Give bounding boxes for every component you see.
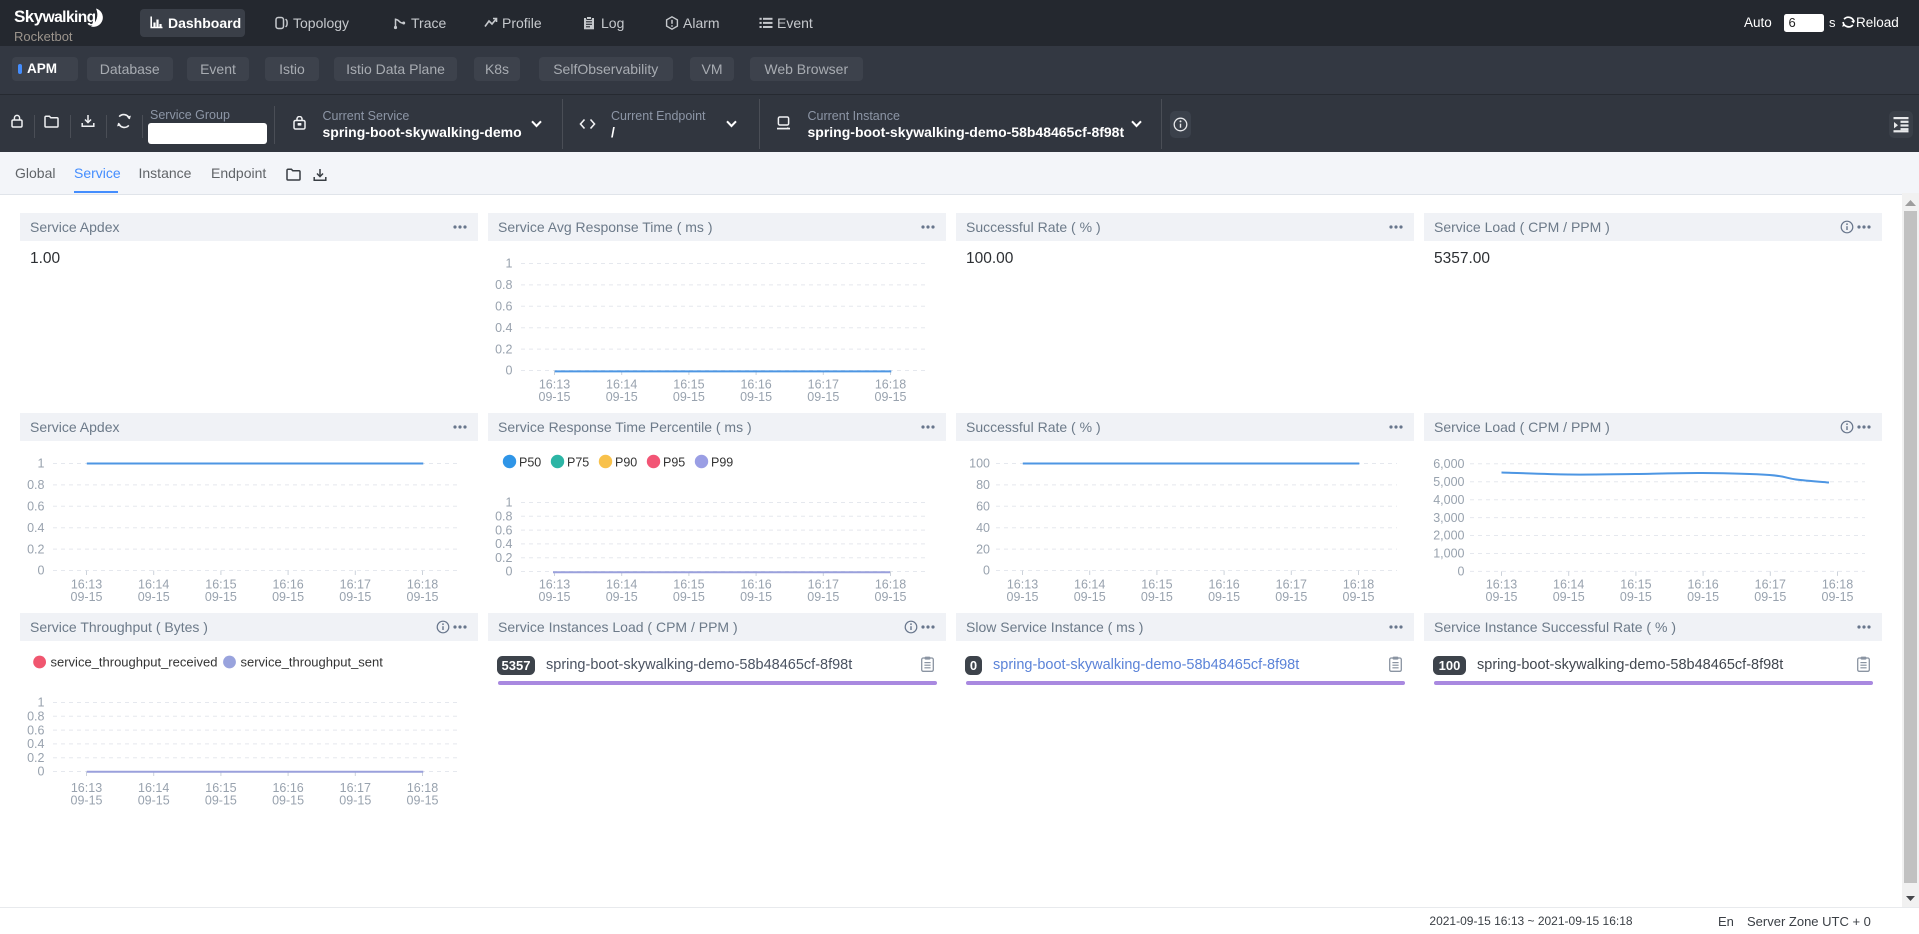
svg-text:09-15: 09-15 [1208,590,1240,604]
svg-text:0: 0 [506,565,513,579]
svg-text:09-15: 09-15 [807,590,839,604]
svg-text:0: 0 [38,765,45,779]
svg-text:60: 60 [976,500,990,514]
svg-text:0.4: 0.4 [495,537,512,551]
svg-text:09-15: 09-15 [205,590,237,604]
svg-text:0.6: 0.6 [27,500,44,514]
svg-text:0.2: 0.2 [27,751,44,765]
svg-text:0.4: 0.4 [27,737,44,751]
svg-text:09-15: 09-15 [1620,590,1652,604]
svg-text:09-15: 09-15 [740,390,772,404]
svg-text:09-15: 09-15 [1754,590,1786,604]
svg-text:09-15: 09-15 [71,794,103,808]
svg-text:0.6: 0.6 [495,300,512,314]
svg-text:6,000: 6,000 [1433,457,1464,471]
svg-text:09-15: 09-15 [606,390,638,404]
svg-text:09-15: 09-15 [539,390,571,404]
svg-text:0: 0 [38,564,45,578]
svg-text:3,000: 3,000 [1433,511,1464,525]
svg-text:20: 20 [976,542,990,556]
svg-text:0.8: 0.8 [495,278,512,292]
svg-text:09-15: 09-15 [740,590,772,604]
svg-text:1: 1 [38,696,45,710]
svg-text:09-15: 09-15 [407,794,439,808]
svg-text:09-15: 09-15 [138,590,170,604]
svg-text:0: 0 [983,564,990,578]
svg-text:09-15: 09-15 [272,794,304,808]
svg-text:0.6: 0.6 [495,523,512,537]
svg-text:0.2: 0.2 [495,551,512,565]
svg-text:0: 0 [506,364,513,378]
svg-text:09-15: 09-15 [673,390,705,404]
svg-text:09-15: 09-15 [339,794,371,808]
svg-text:09-15: 09-15 [205,794,237,808]
svg-text:09-15: 09-15 [875,590,907,604]
svg-text:100: 100 [969,457,990,471]
svg-text:4,000: 4,000 [1433,493,1464,507]
svg-text:09-15: 09-15 [606,590,638,604]
svg-text:1: 1 [506,496,513,510]
svg-text:0.8: 0.8 [495,510,512,524]
svg-text:09-15: 09-15 [71,590,103,604]
svg-text:2,000: 2,000 [1433,529,1464,543]
svg-text:09-15: 09-15 [1275,590,1307,604]
svg-text:09-15: 09-15 [339,590,371,604]
svg-text:09-15: 09-15 [1074,590,1106,604]
svg-text:40: 40 [976,521,990,535]
svg-text:09-15: 09-15 [1687,590,1719,604]
svg-text:80: 80 [976,478,990,492]
svg-text:09-15: 09-15 [1343,590,1375,604]
svg-text:0.2: 0.2 [27,542,44,556]
svg-text:09-15: 09-15 [1553,590,1585,604]
svg-text:09-15: 09-15 [1007,590,1039,604]
svg-text:5,000: 5,000 [1433,475,1464,489]
svg-text:0.4: 0.4 [495,321,512,335]
svg-text:09-15: 09-15 [1141,590,1173,604]
svg-text:1: 1 [506,257,513,271]
svg-text:09-15: 09-15 [1822,590,1854,604]
svg-text:09-15: 09-15 [807,390,839,404]
svg-text:0.4: 0.4 [27,521,44,535]
svg-text:0.6: 0.6 [27,723,44,737]
svg-text:09-15: 09-15 [407,590,439,604]
svg-text:0: 0 [1458,565,1465,579]
svg-text:09-15: 09-15 [539,590,571,604]
svg-text:09-15: 09-15 [138,794,170,808]
svg-text:09-15: 09-15 [1486,590,1518,604]
svg-text:09-15: 09-15 [875,390,907,404]
svg-text:0.8: 0.8 [27,478,44,492]
svg-text:1,000: 1,000 [1433,547,1464,561]
svg-text:09-15: 09-15 [272,590,304,604]
svg-text:0.2: 0.2 [495,342,512,356]
svg-text:0.8: 0.8 [27,710,44,724]
svg-text:09-15: 09-15 [673,590,705,604]
svg-text:1: 1 [38,457,45,471]
